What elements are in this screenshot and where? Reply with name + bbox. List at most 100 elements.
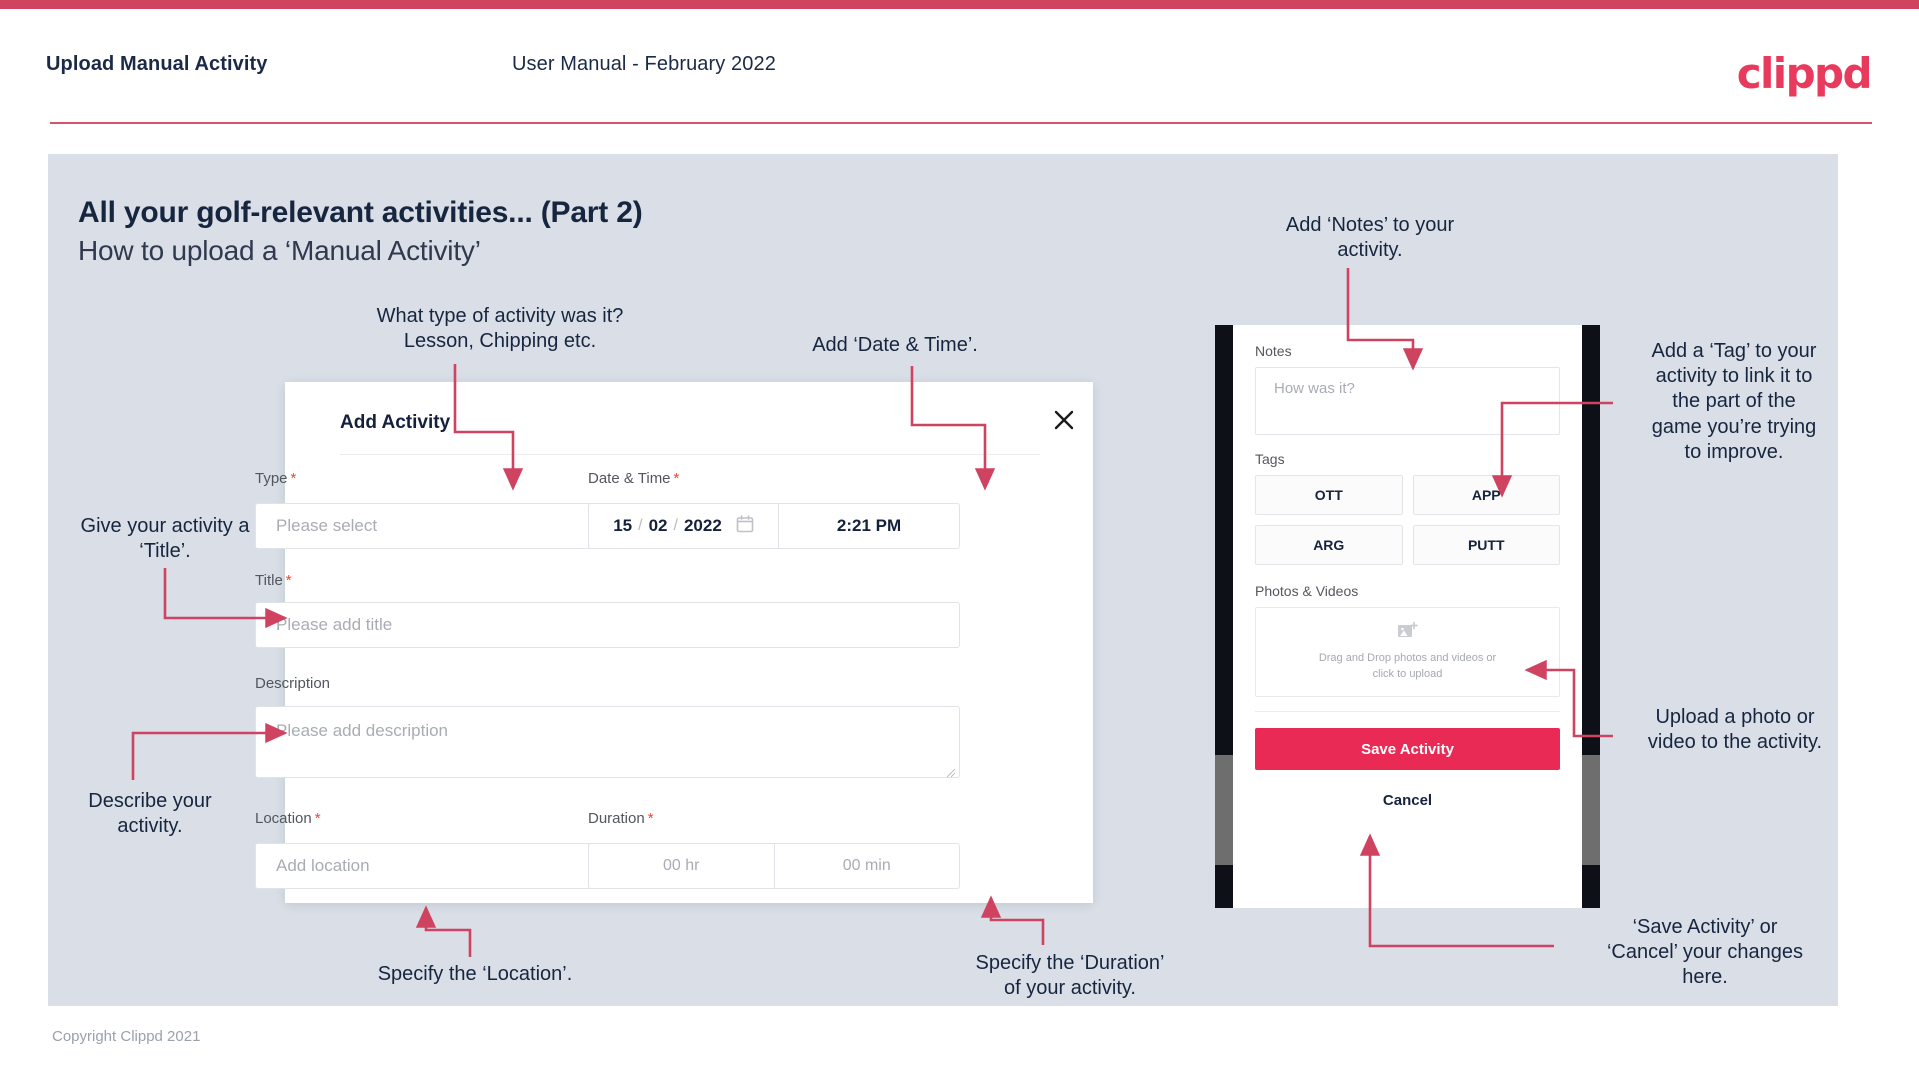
- add-image-icon: [1397, 621, 1419, 646]
- annotation-tags-line: activity to link it to: [1655, 365, 1813, 388]
- phone-mockup: Notes How was it? Tags OTT APP ARG PUTT …: [1215, 325, 1600, 908]
- duration-minutes-input[interactable]: 00 min: [775, 844, 960, 888]
- description-textarea[interactable]: Please add description: [255, 706, 960, 778]
- dialog-divider: [340, 454, 1040, 455]
- notes-label: Notes: [1255, 343, 1292, 359]
- annotation-title-line: Give your activity a: [80, 515, 250, 537]
- annotation-description-line: Describe your: [88, 790, 212, 812]
- annotation-tags: Add a ‘Tag’ to your activity to link it t…: [1618, 339, 1850, 465]
- duration-label: Duration *: [588, 810, 654, 827]
- annotation-tags-line: game you’re trying: [1651, 415, 1817, 438]
- phone-scrollbar-left[interactable]: [1215, 755, 1233, 865]
- annotation-description: Describe your activity.: [40, 789, 260, 839]
- annotation-description-line: activity.: [117, 815, 183, 838]
- tag-app[interactable]: APP: [1412, 475, 1560, 515]
- annotation-save: ‘Save Activity’ or ‘Cancel’ your changes h…: [1560, 915, 1850, 991]
- notes-textarea[interactable]: How was it?: [1255, 367, 1560, 435]
- dropzone-line-2: click to upload: [1372, 668, 1443, 680]
- annotation-upload-line: Upload a photo or: [1655, 706, 1815, 728]
- annotation-upload-line: video to the activity.: [1647, 731, 1823, 754]
- dropzone-text: Drag and Drop photos and videos or click…: [1319, 651, 1496, 683]
- top-accent-bar: [0, 0, 1919, 9]
- time-value: 2:21 PM: [836, 516, 902, 535]
- annotation-duration: Specify the ‘Duration’ of your activity.: [930, 951, 1210, 1001]
- phone-divider: [1255, 711, 1560, 712]
- annotation-duration-line: of your activity.: [1004, 977, 1136, 1000]
- annotation-type: What type of activity was it? Lesson, Chi…: [340, 304, 660, 354]
- annotation-title-line: ‘Title’.: [139, 540, 191, 563]
- datetime-label-text: Date & Time: [588, 470, 671, 487]
- annotation-notes-line: Add ‘Notes’ to your: [1285, 214, 1455, 236]
- title-required-mark: *: [285, 572, 292, 589]
- calendar-icon[interactable]: [736, 514, 754, 538]
- datetime-field[interactable]: 15 / 02 / 2022 2:21 PM: [588, 503, 960, 549]
- dialog-title-text: Add Activity: [340, 412, 451, 433]
- page-subtitle: User Manual - February 2022: [512, 53, 776, 75]
- tag-putt[interactable]: PUTT: [1412, 525, 1560, 565]
- title-label: Title *: [255, 572, 292, 589]
- date-year: 2022: [683, 516, 722, 535]
- date-input[interactable]: 15 / 02 / 2022: [589, 504, 779, 548]
- dialog-title: Add Activity: [340, 412, 450, 434]
- save-activity-button[interactable]: Save Activity: [1255, 728, 1560, 770]
- page-header: Upload Manual Activity User Manual - Feb…: [0, 9, 1919, 125]
- location-label: Location *: [255, 810, 321, 827]
- slide-subheading: How to upload a ‘Manual Activity’: [78, 235, 481, 266]
- date-day: 15: [613, 516, 633, 535]
- location-required-mark: *: [314, 810, 321, 827]
- annotation-save-line: here.: [1682, 966, 1728, 989]
- description-label: Description: [255, 675, 330, 692]
- annotation-save-line: ‘Save Activity’ or: [1632, 916, 1778, 938]
- date-month: 02: [648, 516, 668, 535]
- notes-placeholder: How was it?: [1274, 380, 1355, 397]
- duration-required-mark: *: [647, 810, 654, 827]
- annotation-type-line: What type of activity was it?: [376, 305, 624, 327]
- title-placeholder: Please add title: [276, 615, 393, 634]
- annotation-duration-line: Specify the ‘Duration’: [975, 952, 1165, 974]
- title-input[interactable]: Please add title: [255, 602, 960, 648]
- phone-scrollbar-right[interactable]: [1582, 755, 1600, 865]
- description-label-text: Description: [255, 675, 331, 692]
- date-sep-2: /: [673, 517, 678, 534]
- time-input[interactable]: 2:21 PM: [779, 504, 959, 548]
- photos-videos-label: Photos & Videos: [1255, 583, 1359, 599]
- location-input[interactable]: Add location: [255, 843, 627, 889]
- resize-handle-icon[interactable]: [946, 765, 956, 778]
- tags-grid: OTT APP ARG PUTT: [1255, 475, 1560, 565]
- annotation-datetime-line: Add ‘Date & Time’.: [812, 334, 978, 356]
- photo-dropzone[interactable]: Drag and Drop photos and videos or click…: [1255, 607, 1560, 697]
- tag-arg[interactable]: ARG: [1255, 525, 1403, 565]
- duration-label-text: Duration: [588, 810, 645, 827]
- clippd-logo: clippd: [1736, 49, 1873, 98]
- slide-heading: All your golf-relevant activities... (Pa…: [78, 196, 643, 229]
- type-label-text: Type: [255, 470, 288, 487]
- date-sep-1: /: [638, 517, 643, 534]
- description-placeholder: Please add description: [276, 721, 449, 740]
- annotation-title: Give your activity a ‘Title’.: [40, 514, 290, 564]
- title-label-text: Title: [255, 572, 283, 589]
- tags-label: Tags: [1255, 451, 1285, 467]
- datetime-required-mark: *: [673, 470, 680, 487]
- annotation-tags-line: Add a ‘Tag’ to your: [1651, 340, 1817, 362]
- annotation-save-line: ‘Cancel’ your changes: [1606, 941, 1804, 964]
- annotation-notes-line: activity.: [1337, 239, 1403, 262]
- dropzone-line-1: Drag and Drop photos and videos or: [1318, 652, 1497, 665]
- annotation-location-line: Specify the ‘Location’.: [377, 963, 573, 985]
- copyright-footer: Copyright Clippd 2021: [52, 1028, 201, 1045]
- cancel-button[interactable]: Cancel: [1233, 792, 1582, 809]
- phone-screen: Notes How was it? Tags OTT APP ARG PUTT …: [1233, 325, 1582, 908]
- annotation-datetime: Add ‘Date & Time’.: [770, 333, 1020, 358]
- type-select[interactable]: Please select: [255, 503, 627, 549]
- page-title: Upload Manual Activity: [46, 53, 268, 75]
- annotation-location: Specify the ‘Location’.: [330, 962, 620, 987]
- header-divider: [50, 122, 1872, 124]
- duration-hours-input[interactable]: 00 hr: [589, 844, 775, 888]
- tag-ott[interactable]: OTT: [1255, 475, 1403, 515]
- close-icon-glyph: [1054, 410, 1074, 430]
- close-icon[interactable]: [1047, 403, 1081, 437]
- duration-field[interactable]: 00 hr 00 min: [588, 843, 960, 889]
- annotation-upload: Upload a photo or video to the activity.: [1615, 705, 1855, 755]
- annotation-notes: Add ‘Notes’ to your activity.: [1230, 213, 1510, 263]
- datetime-label: Date & Time *: [588, 470, 679, 487]
- type-label: Type *: [255, 470, 296, 487]
